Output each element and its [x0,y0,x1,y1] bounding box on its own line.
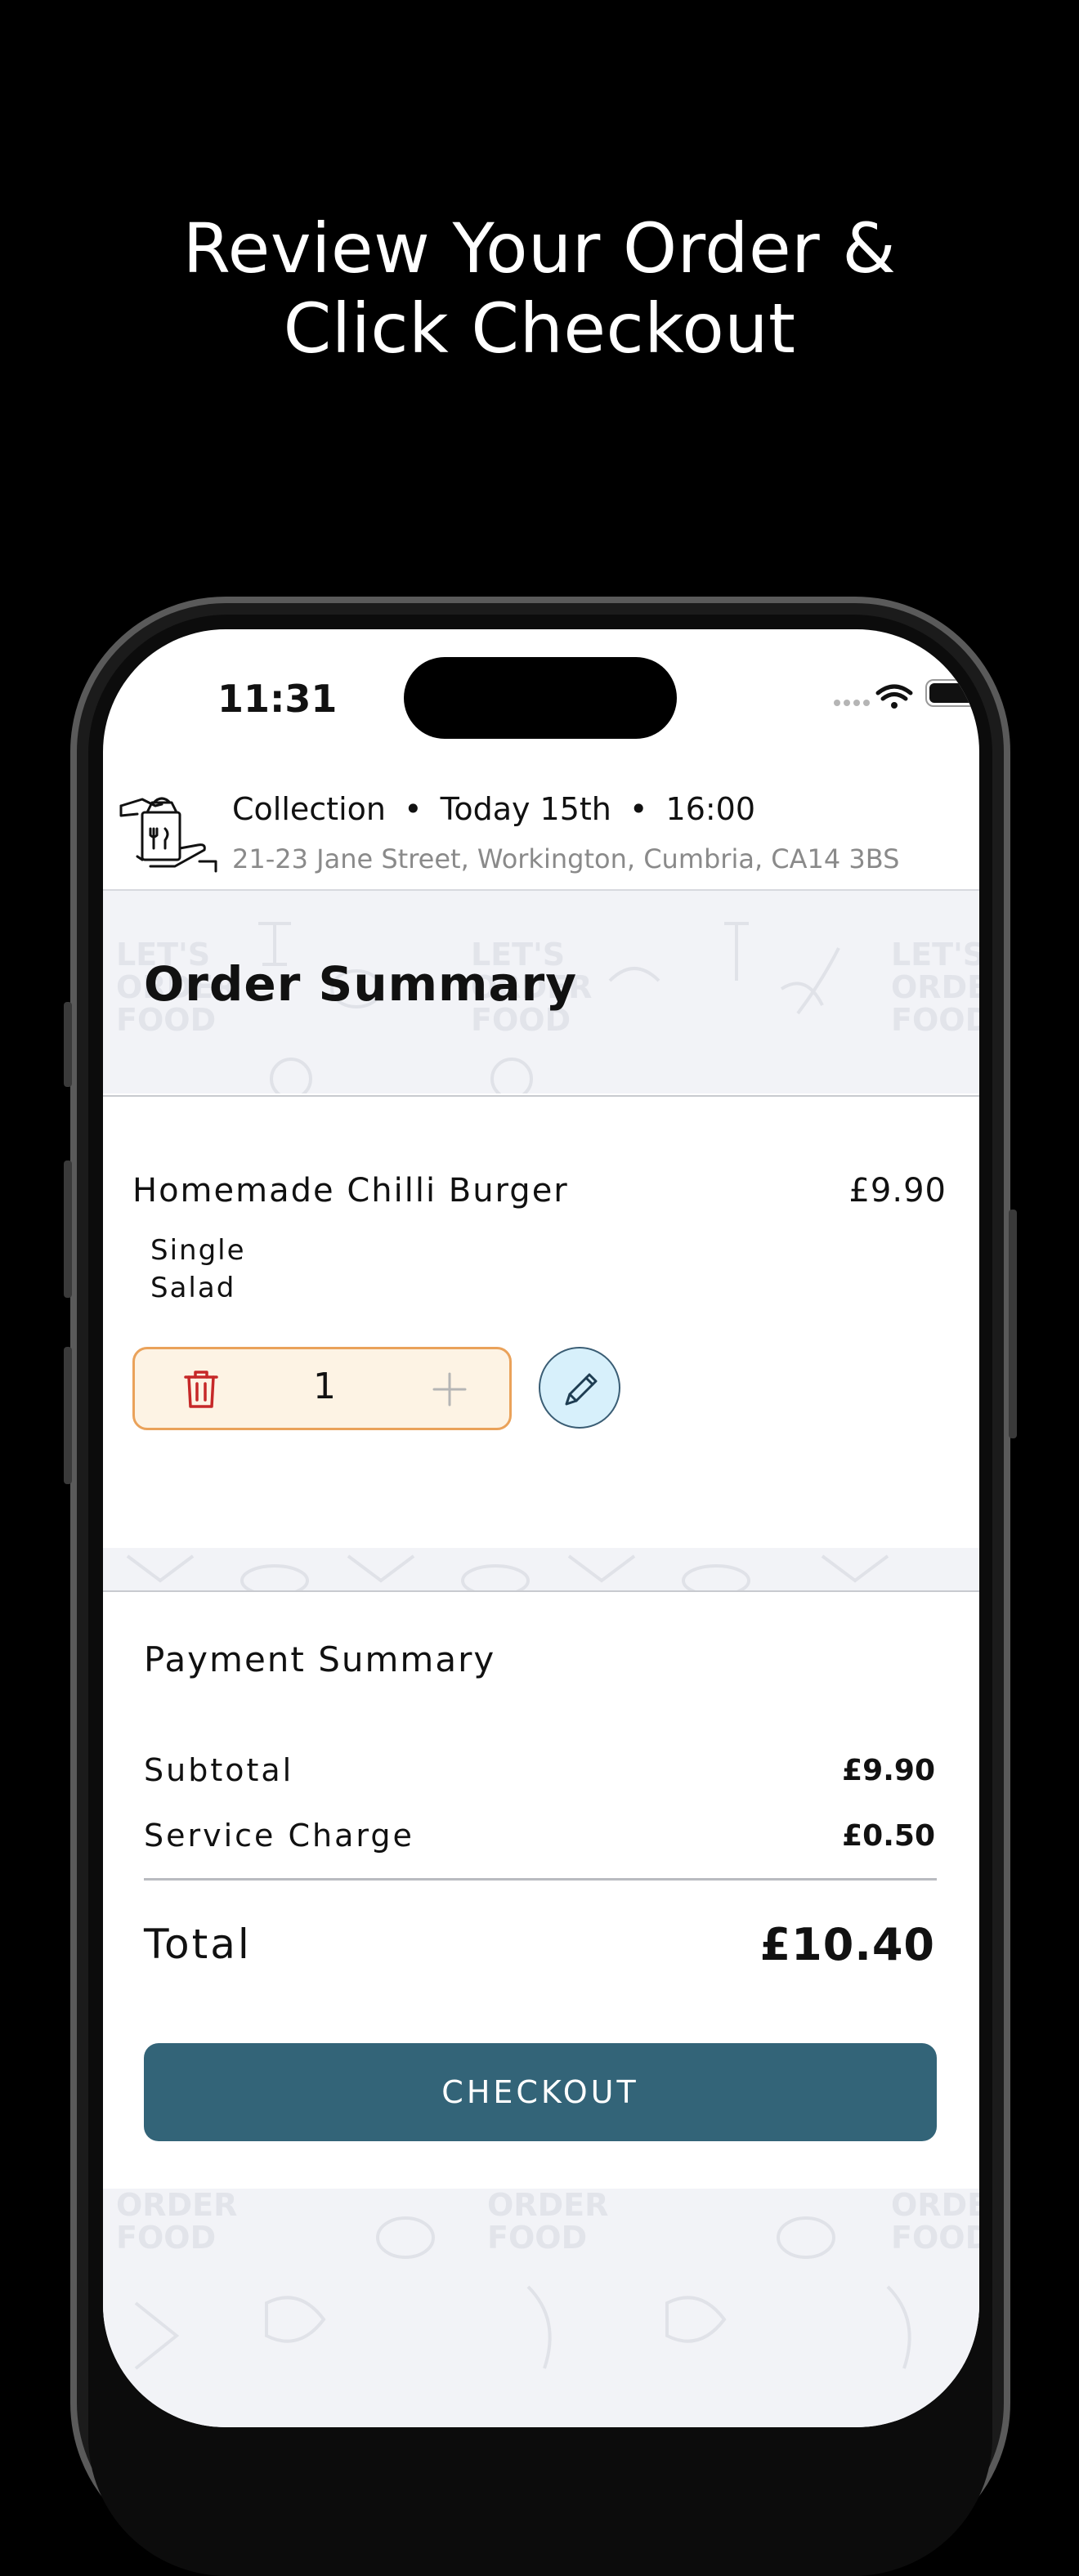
order-item-name: Homemade Chilli Burger [132,1172,569,1210]
promo-headline-line1: Review Your Order & [182,208,897,288]
collection-address: 21-23 Jane Street, Workington, Cumbria, … [232,843,900,874]
food-doodle-pattern [134,2216,911,2370]
promo-headline-line2: Click Checkout [283,288,796,369]
order-summary-title: Order Summary [144,956,578,1012]
order-item-card: Homemade Chilli Burger £9.90 Single Sala… [103,1095,979,1550]
food-doodle-pattern [126,1554,889,1590]
phone-power-button [1009,1210,1017,1438]
dynamic-island [404,657,677,739]
edit-item-button[interactable] [539,1347,620,1429]
payment-divider [144,1878,937,1881]
total-value: £10.40 [759,1919,935,1970]
subtotal-label: Subtotal [144,1752,294,1788]
battery-icon [925,679,979,707]
status-time: 11:31 [217,677,338,721]
service-charge-label: Service Charge [144,1818,414,1854]
collection-time: 16:00 [665,791,756,827]
order-item-option: Salad [150,1272,236,1304]
collection-summary: Collection • Today 15th • 16:00 [232,791,755,827]
checkout-button[interactable]: CHECKOUT [144,2043,937,2141]
total-label: Total [144,1921,252,1968]
phone-screen: 11:31 Collection • Today 15th • 16:00 21… [103,629,979,2427]
separator-dot: • [404,791,423,827]
promo-headline: Review Your Order & Click Checkout [0,208,1079,369]
service-charge-value: £0.50 [842,1819,935,1853]
phone-volume-up-button [64,1161,72,1298]
phone-side-button [64,1002,72,1087]
collection-info-bar[interactable]: Collection • Today 15th • 16:00 21-23 Ja… [103,775,979,891]
pencil-icon [565,1373,598,1406]
status-icons [834,684,913,709]
payment-summary-card: Payment Summary Subtotal £9.90 Service C… [103,1590,979,2190]
payment-summary-title: Payment Summary [144,1639,496,1679]
subtotal-value: £9.90 [842,1754,935,1787]
order-item-option: Single [150,1234,246,1267]
takeaway-bag-hands-icon [119,797,217,873]
collection-day: Today 15th [440,791,611,827]
collection-mode: Collection [232,791,386,827]
separator-dot: • [629,791,648,827]
section-divider-band [103,1548,979,1590]
phone-volume-down-button [64,1347,72,1484]
increase-quantity-icon[interactable] [431,1369,468,1410]
bottom-pattern-band: LET'S ORDER FOOD LET'S ORDER FOOD LET'S … [103,2189,979,2427]
signal-dots-icon [834,700,870,706]
wifi-icon [875,684,913,709]
quantity-stepper: 1 [132,1347,512,1430]
order-item-price: £9.90 [848,1172,947,1210]
